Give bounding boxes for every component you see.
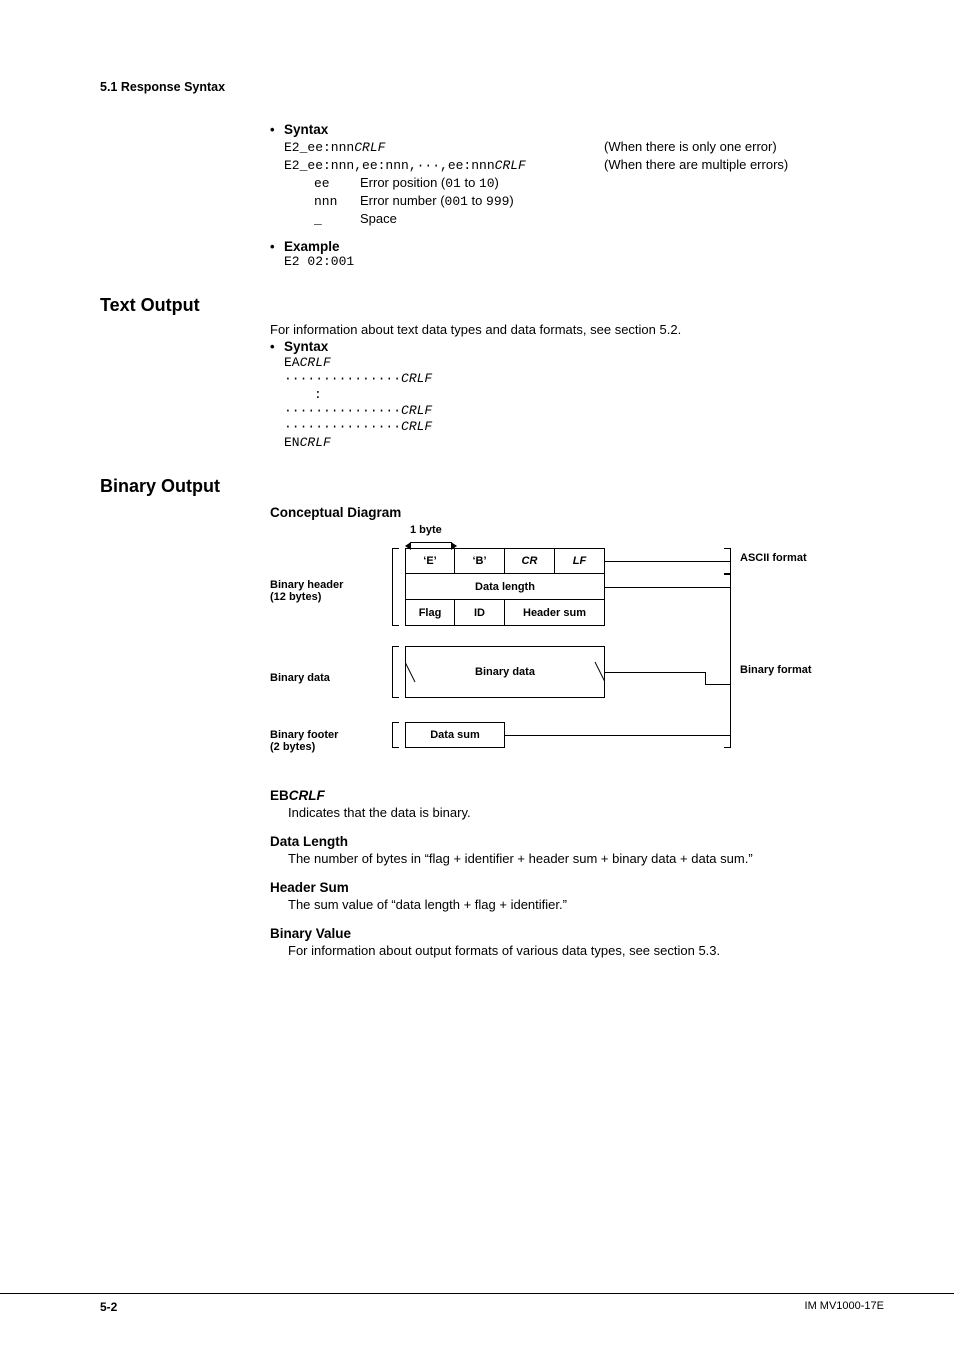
header-row-1: ‘E’ ‘B’ CR LF [405,548,605,574]
ebcrlf-body: Indicates that the data is binary. [288,805,884,820]
footer-row: Data sum [405,722,505,748]
diagonal-mark-icon [405,646,605,698]
ascii-format-label: ASCII format [740,552,807,564]
code-crlf: CRLF [354,140,385,155]
binary-footer-label: Binary footer (2 bytes) [270,729,390,753]
bracket-icon [392,548,393,626]
header-sum-body: The sum value of “data length + flag + i… [288,897,884,912]
bullet-icon: • [270,122,284,137]
code-crlf: CRLF [401,371,432,386]
example-bullet: • Example [270,239,884,254]
example-label: Example [284,239,340,254]
bracket-icon [730,548,731,574]
dots: ··············· [284,419,401,434]
cell-cr: CR [505,548,555,574]
note: (When there are multiple errors) [604,157,788,172]
txt: to [461,175,479,190]
code: E2_ee:nnn [284,140,354,155]
connector-line [705,672,706,684]
txt: to [468,193,486,208]
code: 001 [445,194,468,209]
diagram: 1 byte Binary header (12 bytes) Binary d… [270,524,884,774]
page-number: 5-2 [100,1300,117,1314]
binary-data-label: Binary data [270,672,390,684]
term: _ [314,212,360,227]
cell-e: ‘E’ [405,548,455,574]
dots: ··············· [284,371,401,386]
term: nnn [314,194,360,209]
def-space: _ Space [314,211,884,227]
binary-format-label: Binary format [740,664,812,676]
bullet-icon: • [270,339,284,354]
code-crlf: CRLF [401,403,432,418]
byte-arrow-icon [406,538,456,548]
byte-label: 1 byte [410,524,442,536]
connector-line [505,735,730,736]
connector-line [605,561,730,562]
connector-line [605,672,705,673]
page-footer: 5-2 IM MV1000-17E [0,1293,954,1314]
code-crlf: CRLF [300,435,331,450]
cell-id: ID [455,600,505,626]
code-crlf: CRLF [401,419,432,434]
code-crlf: CRLF [300,355,331,370]
text-output-intro: For information about text data types an… [270,322,884,337]
code-crlf: CRLF [495,158,526,173]
code: EA [284,355,300,370]
running-head: 5.1 Response Syntax [100,80,884,94]
header-row-2: Data length [405,574,605,600]
header-sum-head: Header Sum [270,880,884,895]
cell-dsum: Data sum [405,722,505,748]
bracket-icon [730,574,731,748]
conceptual-diagram-title: Conceptual Diagram [270,505,884,520]
data-length-body: The number of bytes in “flag + identifie… [288,851,884,866]
binary-output-title: Binary Output [100,476,884,497]
txt: Error position ( [360,175,445,190]
bracket-icon [392,646,393,698]
term: ee [314,176,360,191]
bracket-icon [392,722,393,748]
code: 01 [445,176,461,191]
def-nnn: nnn Error number (001 to 999) [314,193,884,209]
connector-line [705,684,730,685]
binary-value-body: For information about output formats of … [288,943,884,958]
text-output-title: Text Output [100,295,884,316]
cell-hsum: Header sum [505,600,605,626]
syntax-bullet-2: • Syntax [270,339,884,354]
cell-datalen: Data length [405,574,605,600]
note: (When there is only one error) [604,139,777,154]
def-ee: ee Error position (01 to 10) [314,175,884,191]
bullet-icon: • [270,239,284,254]
code: E2_ee:nnn,ee:nnn,···,ee:nnn [284,158,495,173]
ebcrlf-head: EBCRLF [270,788,884,803]
txt: Error number ( [360,193,445,208]
syntax-label: Syntax [284,122,328,137]
syntax-bullet: • Syntax [270,122,884,137]
syntax-line-2: E2_ee:nnn,ee:nnn,···,ee:nnnCRLF (When th… [284,157,884,173]
syntax-label: Syntax [284,339,328,354]
dots: ··············· [284,403,401,418]
txt: Space [360,211,397,226]
cell-flag: Flag [405,600,455,626]
binary-header-label: Binary header (12 bytes) [270,579,390,603]
code: 999 [486,194,509,209]
data-length-head: Data Length [270,834,884,849]
cell-lf: LF [555,548,605,574]
doc-id: IM MV1000-17E [805,1300,884,1314]
txt: ) [495,175,499,190]
connector-line [605,587,730,588]
colon: : [314,387,322,402]
binary-value-head: Binary Value [270,926,884,941]
txt: ) [509,193,513,208]
example-code: E2 02:001 [284,254,884,269]
cell-b: ‘B’ [455,548,505,574]
code: 10 [479,176,495,191]
code: EN [284,435,300,450]
header-row-3: Flag ID Header sum [405,600,605,626]
syntax-line-1: E2_ee:nnnCRLF (When there is only one er… [284,139,884,155]
